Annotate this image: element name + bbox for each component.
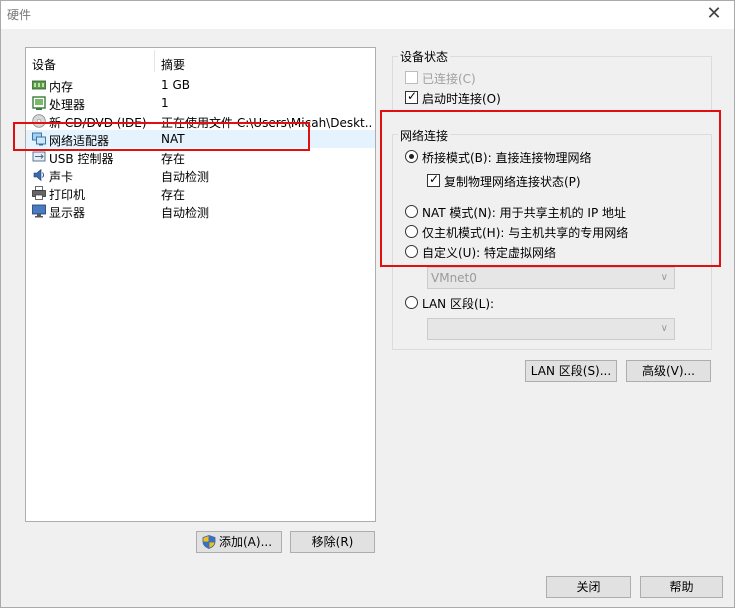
connect-at-power-on-label: 启动时连接(O) — [422, 92, 501, 106]
device-row-printer[interactable]: 打印机 存在 — [26, 184, 375, 202]
hardware-dialog: 硬件 ✕ 设备 摘要 内存 1 GB 处理器 1 新 CD/DVD (IDE) … — [0, 0, 735, 608]
memory-icon — [32, 80, 46, 90]
close-icon[interactable]: ✕ — [704, 4, 724, 24]
connected-label: 已连接(C) — [422, 72, 476, 86]
device-row-processor[interactable]: 处理器 1 — [26, 94, 375, 112]
connected-checkbox[interactable] — [405, 71, 418, 84]
lan-segment-radio[interactable] — [405, 296, 418, 309]
device-name: 打印机 — [49, 188, 86, 202]
device-summary: 自动检测 — [161, 206, 210, 220]
device-row-sound-card[interactable]: 声卡 自动检测 — [26, 166, 375, 184]
title-bar: 硬件 ✕ — [1, 1, 734, 29]
add-button[interactable]: 添加(A)... — [196, 531, 282, 553]
column-header-device[interactable]: 设备 — [32, 56, 56, 73]
lan-segment-label: LAN 区段(L): — [422, 297, 495, 311]
sound-card-icon — [33, 168, 44, 182]
remove-button[interactable]: 移除(R) — [290, 531, 375, 553]
highlight-network-adapter — [13, 122, 310, 151]
remove-button-label: 移除(R) — [311, 535, 354, 549]
device-summary: 自动检测 — [161, 170, 210, 184]
close-button[interactable]: 关闭 — [546, 576, 631, 598]
device-name: 声卡 — [49, 170, 74, 184]
monitor-icon — [32, 204, 46, 218]
lan-segment-select[interactable]: ∨ — [427, 318, 675, 340]
highlight-network-connection — [380, 110, 721, 267]
advanced-button-label: 高级(V)... — [641, 364, 696, 378]
device-row-display[interactable]: 显示器 自动检测 — [26, 202, 375, 220]
device-summary: 1 GB — [161, 78, 190, 92]
device-list[interactable]: 设备 摘要 内存 1 GB 处理器 1 新 CD/DVD (IDE) 正在使用文… — [25, 47, 376, 522]
column-header-summary[interactable]: 摘要 — [161, 56, 185, 73]
help-button[interactable]: 帮助 — [640, 576, 723, 598]
device-status-title: 设备状态 — [398, 48, 451, 65]
help-button-label: 帮助 — [669, 580, 694, 594]
device-summary: 1 — [161, 96, 169, 110]
device-summary: 存在 — [161, 188, 186, 202]
printer-icon — [32, 186, 46, 200]
close-button-label: 关闭 — [576, 580, 601, 594]
device-name: 处理器 — [49, 98, 86, 112]
window-title: 硬件 — [7, 8, 32, 22]
lan-segments-button-label: LAN 区段(S)... — [530, 364, 612, 378]
advanced-button[interactable]: 高级(V)... — [626, 360, 711, 382]
device-name: 内存 — [49, 80, 74, 94]
shield-icon — [202, 535, 216, 549]
custom-network-select[interactable]: VMnet0 ∨ — [427, 267, 675, 289]
custom-network-value: VMnet0 — [431, 271, 477, 285]
device-summary: 存在 — [161, 152, 186, 166]
device-name: USB 控制器 — [49, 152, 114, 166]
device-list-header: 设备 摘要 — [26, 48, 375, 72]
processor-icon — [32, 96, 46, 110]
chevron-down-icon: ∨ — [660, 323, 668, 334]
usb-icon — [32, 151, 46, 162]
checkmark-icon: ✓ — [407, 89, 418, 103]
connect-at-power-on-checkbox[interactable]: ✓ — [405, 89, 418, 104]
add-button-label: 添加(A)... — [219, 535, 273, 549]
device-row-memory[interactable]: 内存 1 GB — [26, 76, 375, 94]
lan-segments-button[interactable]: LAN 区段(S)... — [525, 360, 617, 382]
chevron-down-icon: ∨ — [660, 272, 668, 283]
device-name: 显示器 — [49, 206, 86, 220]
